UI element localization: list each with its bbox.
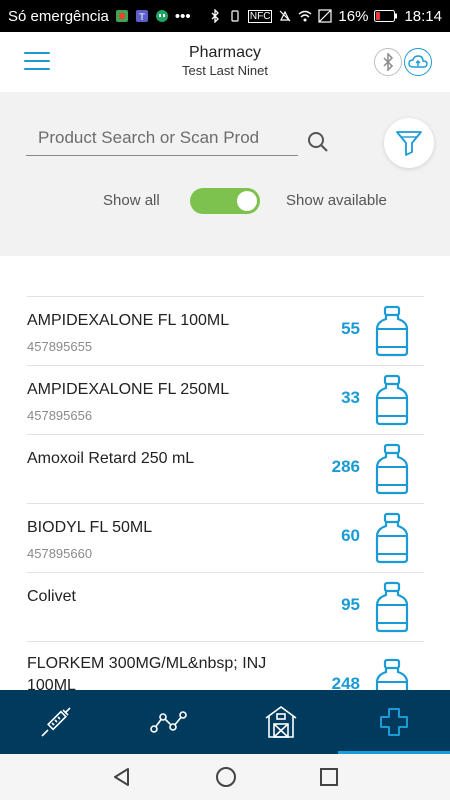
product-name: Colivet bbox=[27, 588, 76, 605]
teams-icon: T bbox=[135, 10, 148, 23]
bluetooth-button[interactable] bbox=[374, 48, 402, 76]
header-icons bbox=[374, 48, 432, 76]
product-list[interactable]: AMPIDEXALONE FL 100ML 457895655 55 AMPID… bbox=[0, 256, 450, 690]
availability-toggle[interactable] bbox=[190, 188, 260, 214]
product-quantity: 95 bbox=[341, 595, 360, 614]
vial-icon[interactable] bbox=[374, 658, 410, 690]
clock: 18:14 bbox=[404, 7, 442, 25]
back-icon[interactable] bbox=[111, 766, 133, 788]
product-code: 457895655 bbox=[27, 339, 93, 354]
list-item[interactable]: AMPIDEXALONE FL 100ML 457895655 55 bbox=[27, 296, 424, 365]
svg-text:T: T bbox=[138, 13, 145, 23]
carrier-label: Só emergência bbox=[8, 7, 109, 25]
product-quantity: 286 bbox=[331, 457, 360, 476]
search-icon[interactable] bbox=[306, 130, 330, 154]
chart-line-icon bbox=[149, 711, 187, 733]
battery-icon bbox=[374, 10, 398, 22]
system-navigation-bar bbox=[0, 754, 450, 800]
show-available-label: Show available bbox=[286, 192, 387, 209]
vial-icon[interactable] bbox=[374, 443, 410, 495]
show-all-label: Show all bbox=[103, 192, 160, 209]
app-header: Pharmacy Test Last Ninet bbox=[0, 32, 450, 92]
list-item[interactable]: BIODYL FL 50ML 457895660 60 bbox=[27, 503, 424, 572]
product-name: Amoxoil Retard 250 mL bbox=[27, 450, 195, 467]
vial-icon[interactable] bbox=[374, 512, 410, 564]
search-field bbox=[26, 120, 298, 156]
wifi-icon bbox=[298, 10, 312, 22]
bottom-nav bbox=[0, 690, 450, 754]
toggle-knob bbox=[237, 191, 257, 211]
nav-farm[interactable] bbox=[225, 690, 338, 754]
product-name: AMPIDEXALONE FL 100ML bbox=[27, 312, 230, 329]
list-item[interactable]: Amoxoil Retard 250 mL 286 bbox=[27, 434, 424, 503]
product-name: BIODYL FL 50ML bbox=[27, 519, 153, 536]
vial-icon[interactable] bbox=[374, 305, 410, 357]
cloud-sync-button[interactable] bbox=[404, 48, 432, 76]
battery-percent: 16% bbox=[338, 7, 369, 25]
vibrate-icon bbox=[231, 10, 239, 22]
filter-icon bbox=[396, 131, 422, 156]
barn-icon bbox=[265, 706, 297, 738]
product-quantity: 33 bbox=[341, 388, 360, 407]
vial-icon[interactable] bbox=[374, 581, 410, 633]
app-notification-icon bbox=[115, 10, 128, 22]
product-name: AMPIDEXALONE FL 250ML bbox=[27, 381, 230, 398]
more-notifications-icon: ••• bbox=[174, 7, 191, 25]
product-quantity: 248 bbox=[331, 674, 360, 690]
bluetooth-icon bbox=[211, 9, 219, 23]
filter-button[interactable] bbox=[384, 118, 434, 168]
nav-statistics[interactable] bbox=[113, 690, 226, 754]
nav-treatments[interactable] bbox=[0, 690, 113, 754]
status-bar: Só emergência T ••• NFC 16% 18:14 bbox=[0, 0, 450, 32]
list-item[interactable]: Colivet 95 bbox=[27, 572, 424, 641]
signal-icon bbox=[318, 9, 333, 23]
product-code: 457895656 bbox=[27, 408, 93, 423]
recents-icon[interactable] bbox=[319, 767, 339, 787]
mute-icon bbox=[279, 10, 291, 22]
pharmacy-cross-icon bbox=[379, 708, 408, 736]
product-quantity: 55 bbox=[341, 319, 360, 338]
home-icon[interactable] bbox=[214, 765, 238, 789]
product-name: FLORKEM 300MG/ML&nbsp; INJ 100ML bbox=[27, 655, 267, 690]
hangouts-icon bbox=[155, 10, 168, 22]
nav-pharmacy[interactable] bbox=[337, 690, 450, 754]
bluetooth-icon bbox=[383, 53, 394, 71]
list-item[interactable]: AMPIDEXALONE FL 250ML 457895656 33 bbox=[27, 365, 424, 434]
availability-toggle-row: Show all Show available bbox=[0, 186, 450, 214]
product-code: 457895660 bbox=[27, 546, 93, 561]
syringe-icon bbox=[41, 707, 71, 737]
search-panel: Show all Show available bbox=[0, 92, 450, 348]
nfc-icon: NFC bbox=[247, 9, 273, 23]
cloud-upload-icon bbox=[408, 55, 428, 68]
list-item[interactable]: FLORKEM 300MG/ML&nbsp; INJ 100ML 248 bbox=[27, 641, 424, 690]
vial-icon[interactable] bbox=[374, 374, 410, 426]
product-quantity: 60 bbox=[341, 526, 360, 545]
search-input[interactable] bbox=[26, 120, 298, 156]
